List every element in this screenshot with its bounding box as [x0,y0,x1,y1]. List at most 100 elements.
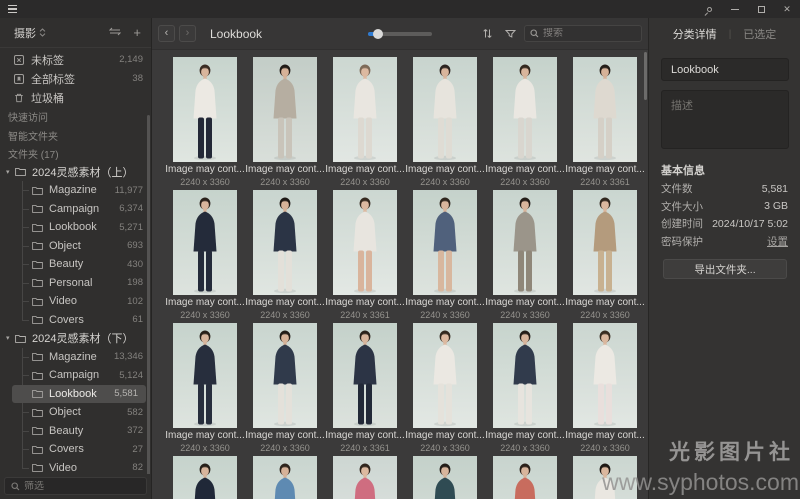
photo-cell[interactable]: Image may cont...2240 x 3360 [485,456,565,499]
sidebar-folder-video[interactable]: Video102 [0,292,151,311]
pin-window-button[interactable] [696,0,722,18]
photo-cell[interactable]: Image may cont...2240 x 3360 [485,190,565,323]
photo-cell[interactable]: Image may cont...2240 x 3360 [565,323,645,456]
photo-thumbnail[interactable] [573,190,637,295]
sort-order-button[interactable] [478,25,496,42]
search-input[interactable] [543,28,636,39]
photo-thumbnail[interactable] [573,323,637,428]
photo-thumbnail[interactable] [493,456,557,499]
close-button[interactable]: ✕ [774,0,800,18]
add-folder-button[interactable]: + [133,26,141,39]
sidebar-folder-lookbook[interactable]: Lookbook5,581 [12,385,146,404]
library-switcher[interactable]: 摄影 + [0,18,151,48]
photo-cell[interactable]: Image may cont...2240 x 3360 [565,456,645,499]
photo-cell[interactable]: Image may cont...2240 x 3361 [325,323,405,456]
photo-cell[interactable]: Image may cont...2240 x 3360 [245,190,325,323]
tab-folder-details[interactable]: 分类详情 [673,26,717,42]
photo-thumbnail[interactable] [573,456,637,499]
photo-cell[interactable]: Image may cont...2240 x 3360 [245,323,325,456]
folder-count: 582 [127,407,143,418]
photo-thumbnail[interactable] [173,456,237,499]
sidebar-folder-object[interactable]: Object693 [0,237,151,256]
filter-button[interactable] [501,25,519,42]
sidebar-folder-campaign[interactable]: Campaign5,124 [0,366,151,385]
disclosure-triangle-icon[interactable]: ▾ [6,168,14,176]
zoom-slider-knob[interactable] [373,29,383,39]
photo-cell[interactable]: Image may cont...2240 x 3361 [325,190,405,323]
photo-thumbnail[interactable] [333,456,397,499]
photo-cell[interactable]: Image may cont...2240 x 3360 [485,323,565,456]
filter-input[interactable] [24,481,140,492]
photo-cell[interactable]: Image may cont...2240 x 3361 [325,456,405,499]
photo-cell[interactable]: Image may cont...2240 x 3360 [325,57,405,190]
photo-cell[interactable]: Image may cont...2240 x 3360 [165,456,245,499]
photo-thumbnail[interactable] [493,57,557,162]
back-button[interactable]: ‹ [158,25,175,42]
export-folder-button[interactable]: 导出文件夹... [663,259,787,279]
sidebar-folder-covers[interactable]: Covers61 [0,311,151,330]
folder-count: 82 [132,462,143,473]
photo-cell[interactable]: Image may cont...2240 x 3360 [165,190,245,323]
photo-cell[interactable]: Image may cont...2240 x 3360 [245,57,325,190]
sidebar-scrollbar[interactable] [147,115,150,474]
photo-thumbnail[interactable] [173,190,237,295]
folder-name-input[interactable] [661,58,789,81]
forward-button[interactable]: › [179,25,196,42]
sidebar-folder-magazine[interactable]: Magazine13,346 [0,348,151,367]
sidebar-folder-object[interactable]: Object582 [0,403,151,422]
zoom-slider[interactable] [368,32,432,36]
description-input[interactable] [661,90,789,149]
photo-cell[interactable]: Image may cont...2240 x 3360 [405,190,485,323]
sidebar-item-全部标签[interactable]: 全部标签38 [0,69,151,88]
photo-thumbnail[interactable] [413,456,477,499]
sidebar-folder-video[interactable]: Video82 [0,459,151,475]
photo-thumbnail[interactable] [573,57,637,162]
photo-thumbnail[interactable] [173,323,237,428]
sidebar-folder-personal[interactable]: Personal198 [0,274,151,293]
disclosure-triangle-icon[interactable]: ▾ [6,334,14,342]
hamburger-menu-icon[interactable] [8,5,17,13]
maximize-button[interactable] [748,0,774,18]
minimize-button[interactable] [722,0,748,18]
photo-thumbnail[interactable] [413,190,477,295]
photo-thumbnail[interactable] [333,323,397,428]
photo-thumbnail[interactable] [333,57,397,162]
photo-thumbnail[interactable] [493,190,557,295]
folder-icon [32,389,43,398]
sidebar-folder-covers[interactable]: Covers27 [0,440,151,459]
sidebar-folder-magazine[interactable]: Magazine11,977 [0,181,151,200]
photo-cell[interactable]: Image may cont...2240 x 3360 [165,323,245,456]
photo-thumbnail[interactable] [253,57,317,162]
photo-thumbnail[interactable] [253,323,317,428]
sidebar-item-未标签[interactable]: 未标签2,149 [0,50,151,69]
sidebar-folder-campaign[interactable]: Campaign6,374 [0,200,151,219]
sidebar-folder-beauty[interactable]: Beauty372 [0,422,151,441]
photo-cell[interactable]: Image may cont...2240 x 3360 [165,57,245,190]
photo-thumbnail[interactable] [413,57,477,162]
photo-thumbnail[interactable] [253,190,317,295]
photo-thumbnail[interactable] [493,323,557,428]
tree-root-folder[interactable]: ▾2024灵感素材（上） [0,163,151,182]
sidebar-item-垃圾桶[interactable]: 垃圾桶 [0,88,151,107]
photo-thumbnail[interactable] [253,456,317,499]
photo-cell[interactable]: Image may cont...2240 x 3360 [405,57,485,190]
tree-root-folder[interactable]: ▾2024灵感素材（下） [0,329,151,348]
photo-cell[interactable]: Image may cont...2240 x 3360 [405,456,485,499]
sidebar-folder-lookbook[interactable]: Lookbook5,271 [0,218,151,237]
folder-icon [15,167,27,176]
photo-cell[interactable]: Image may cont...2240 x 3361 [565,57,645,190]
photo-thumbnail[interactable] [413,323,477,428]
settings-link[interactable]: 设置 [767,234,788,249]
tab-selected[interactable]: 已选定 [743,26,776,42]
grid-scrollbar[interactable] [644,52,647,100]
photo-cell[interactable]: Image may cont...2240 x 3360 [245,456,325,499]
photo-thumbnail[interactable] [173,57,237,162]
photo-dimensions: 2240 x 3361 [340,310,390,322]
sort-folders-icon[interactable] [109,27,121,39]
folder-label: Lookbook [49,221,97,233]
photo-cell[interactable]: Image may cont...2240 x 3360 [405,323,485,456]
photo-thumbnail[interactable] [333,190,397,295]
sidebar-folder-beauty[interactable]: Beauty430 [0,255,151,274]
photo-cell[interactable]: Image may cont...2240 x 3360 [565,190,645,323]
photo-cell[interactable]: Image may cont...2240 x 3360 [485,57,565,190]
